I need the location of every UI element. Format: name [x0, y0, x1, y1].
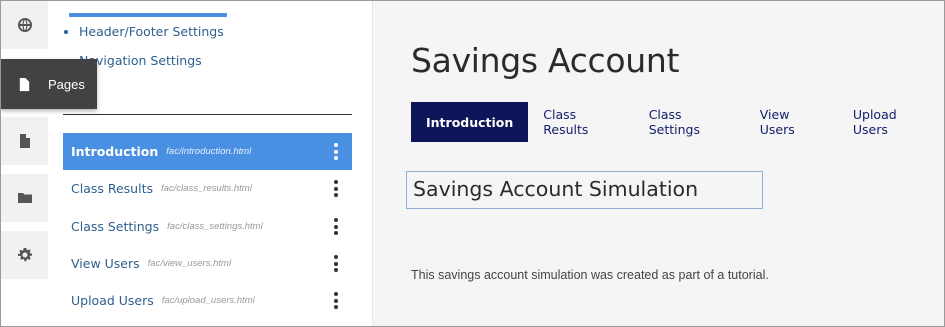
simulation-title-box[interactable]: Savings Account Simulation — [406, 171, 763, 209]
navigation-settings-link[interactable]: Navigation Settings — [79, 53, 202, 68]
header-footer-settings-link[interactable]: Header/Footer Settings — [79, 24, 224, 39]
pages-flyout-label: Pages — [48, 76, 85, 92]
page-icon — [19, 134, 30, 148]
rail-settings-button[interactable] — [1, 231, 48, 279]
tab-upload-users[interactable]: Upload Users — [838, 102, 944, 142]
rail-page-button[interactable] — [1, 117, 48, 165]
folder-icon — [17, 193, 32, 203]
page-name: View Users — [71, 256, 140, 271]
sidebar: Header/Footer Settings Navigation Settin… — [49, 1, 373, 326]
page-name: Upload Users — [71, 293, 154, 308]
tab-class-settings[interactable]: Class Settings — [634, 102, 745, 142]
page-title: Savings Account — [411, 41, 680, 80]
app-window: Pages Header/Footer Settings Navigation … — [0, 0, 945, 327]
list-item: Header/Footer Settings — [79, 23, 224, 52]
page-row-view-users[interactable]: View Users fac/view_users.html — [63, 245, 352, 282]
globe-icon — [17, 18, 32, 32]
active-indicator-bar — [69, 13, 227, 17]
page-file: fac/view_users.html — [147, 258, 232, 269]
page-file: fac/class_results.html — [161, 183, 252, 194]
page-name: Class Settings — [71, 219, 160, 234]
kebab-menu-icon[interactable] — [334, 292, 338, 309]
description-text: This savings account simulation was crea… — [411, 268, 769, 282]
rail-folder-button[interactable] — [1, 174, 48, 222]
page-file: fac/class_settings.html — [167, 221, 263, 232]
page-row-class-results[interactable]: Class Results fac/class_results.html — [63, 170, 352, 207]
kebab-menu-icon[interactable] — [334, 180, 338, 197]
page-file: fac/introduction.html — [166, 146, 252, 157]
kebab-menu-icon[interactable] — [334, 143, 338, 160]
icon-rail — [1, 1, 49, 326]
tab-class-results[interactable]: Class Results — [528, 102, 633, 142]
page-icon — [19, 77, 30, 91]
main-content: Savings Account Introduction Class Resul… — [373, 1, 944, 326]
tab-bar: Introduction Class Results Class Setting… — [411, 102, 944, 142]
page-name: Class Results — [71, 181, 153, 196]
page-row-introduction[interactable]: Introduction fac/introduction.html — [63, 133, 352, 170]
page-row-upload-users[interactable]: Upload Users fac/upload_users.html — [63, 282, 352, 319]
tab-introduction[interactable]: Introduction — [411, 102, 529, 142]
simulation-title: Savings Account Simulation — [413, 177, 699, 201]
rail-globe-button[interactable] — [1, 1, 48, 49]
page-row-class-settings[interactable]: Class Settings fac/class_settings.html — [63, 208, 352, 245]
divider — [63, 114, 352, 115]
list-item: Navigation Settings — [79, 52, 224, 81]
pages-flyout[interactable]: Pages — [1, 59, 97, 109]
tab-view-users[interactable]: View Users — [745, 102, 838, 142]
kebab-menu-icon[interactable] — [334, 218, 338, 235]
gear-icon — [17, 248, 32, 262]
page-file: fac/upload_users.html — [161, 295, 255, 306]
kebab-menu-icon[interactable] — [334, 255, 338, 272]
page-name: Introduction — [71, 144, 159, 159]
